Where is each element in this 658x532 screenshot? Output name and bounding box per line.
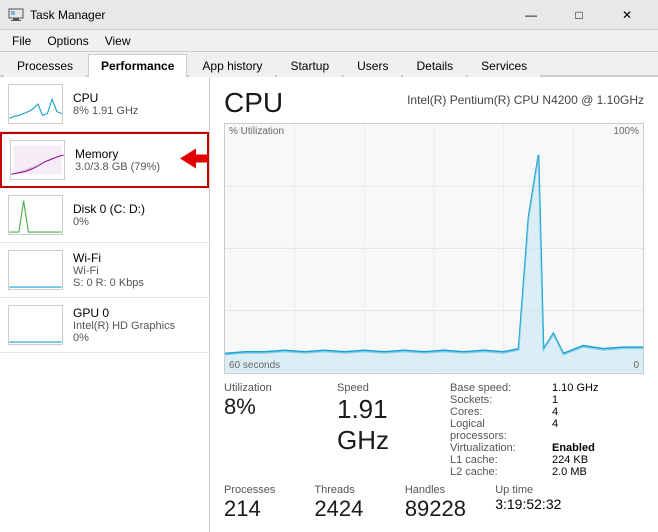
disk-thumbnail xyxy=(8,195,63,235)
processes-label: Processes xyxy=(224,484,298,496)
sidebar-item-wifi[interactable]: Wi-Fi Wi-Fi S: 0 R: 0 Kbps xyxy=(0,243,209,298)
gpu-mini-chart xyxy=(9,306,62,344)
app-icon xyxy=(8,7,24,23)
detail-cores-val: 4 xyxy=(552,406,644,418)
gpu-subtitle: Intel(R) HD Graphics xyxy=(73,320,201,332)
stat-speed: Speed 1.91 GHz xyxy=(337,382,434,478)
detail-virt-val: Enabled xyxy=(552,442,644,454)
uptime-area: Up time 3:19:52:32 xyxy=(495,484,644,522)
wifi-thumbnail xyxy=(8,250,63,290)
processes-value: 214 xyxy=(224,496,298,522)
threads-value: 2424 xyxy=(314,496,388,522)
gpu-title: GPU 0 xyxy=(73,306,201,320)
sidebar-item-memory[interactable]: Memory 3.0/3.8 GB (79%) xyxy=(0,132,209,188)
tab-details[interactable]: Details xyxy=(403,54,466,77)
utilization-label: Utilization xyxy=(224,382,321,394)
menu-view[interactable]: View xyxy=(97,32,139,50)
detail-virt-key: Virtualization: xyxy=(450,442,542,454)
chart-y-label: % Utilization xyxy=(229,126,284,137)
tab-performance[interactable]: Performance xyxy=(88,54,187,77)
stat-handles: Handles 89228 xyxy=(405,484,479,522)
title-bar: Task Manager — □ ✕ xyxy=(0,0,658,30)
sidebar: CPU 8% 1.91 GHz Memory 3.0/3.8 GB (79%) xyxy=(0,77,210,532)
handles-label: Handles xyxy=(405,484,479,496)
disk-mini-chart xyxy=(9,196,62,234)
tab-app-history[interactable]: App history xyxy=(189,54,275,77)
app-title: Task Manager xyxy=(30,8,105,22)
sidebar-item-cpu[interactable]: CPU 8% 1.91 GHz xyxy=(0,77,209,132)
panel-title: CPU xyxy=(224,87,283,119)
stats-row-2: Processes 214 Threads 2424 Handles 89228… xyxy=(224,484,644,522)
gpu-thumbnail xyxy=(8,305,63,345)
speed-value: 1.91 GHz xyxy=(337,394,434,456)
detail-l2-val: 2.0 MB xyxy=(552,466,644,478)
detail-logical-key: Logical processors: xyxy=(450,418,542,442)
panel-subtitle: Intel(R) Pentium(R) CPU N4200 @ 1.10GHz xyxy=(407,93,644,107)
detail-sockets-val: 1 xyxy=(552,394,644,406)
uptime-value: 3:19:52:32 xyxy=(495,496,644,512)
menu-file[interactable]: File xyxy=(4,32,39,50)
arrow-annotation xyxy=(180,145,210,176)
wifi-info: Wi-Fi Wi-Fi S: 0 R: 0 Kbps xyxy=(73,251,201,289)
panel-header: CPU Intel(R) Pentium(R) CPU N4200 @ 1.10… xyxy=(224,87,644,119)
wifi-subtitle: Wi-Fi xyxy=(73,265,201,277)
stats-row-1: Utilization 8% Speed 1.91 GHz Base speed… xyxy=(224,382,644,478)
tab-users[interactable]: Users xyxy=(344,54,401,77)
minimize-button[interactable]: — xyxy=(508,0,554,30)
detail-basespeed-val: 1.10 GHz xyxy=(552,382,644,394)
detail-l2-key: L2 cache: xyxy=(450,466,542,478)
tab-bar: Processes Performance App history Startu… xyxy=(0,52,658,77)
details-grid: Base speed: 1.10 GHz Sockets: 1 Cores: 4… xyxy=(450,382,644,478)
title-bar-controls: — □ ✕ xyxy=(508,0,650,30)
detail-basespeed-key: Base speed: xyxy=(450,382,542,394)
cpu-subtitle: 8% 1.91 GHz xyxy=(73,105,201,117)
gpu-info: GPU 0 Intel(R) HD Graphics 0% xyxy=(73,306,201,344)
title-bar-left: Task Manager xyxy=(8,7,105,23)
right-panel: CPU Intel(R) Pentium(R) CPU N4200 @ 1.10… xyxy=(210,77,658,532)
cpu-chart-svg xyxy=(225,124,643,373)
disk-subtitle: 0% xyxy=(73,216,201,228)
wifi-subtitle2: S: 0 R: 0 Kbps xyxy=(73,277,201,289)
arrow-icon xyxy=(180,145,210,173)
chart-y-max: 100% xyxy=(613,126,639,137)
utilization-value: 8% xyxy=(224,394,321,420)
stat-processes: Processes 214 xyxy=(224,484,298,522)
stat-utilization: Utilization 8% xyxy=(224,382,321,478)
menu-bar: File Options View xyxy=(0,30,658,52)
handles-value: 89228 xyxy=(405,496,479,522)
tab-processes[interactable]: Processes xyxy=(4,54,86,77)
memory-thumbnail xyxy=(10,140,65,180)
threads-label: Threads xyxy=(314,484,388,496)
disk-title: Disk 0 (C: D:) xyxy=(73,202,201,216)
main-content: CPU 8% 1.91 GHz Memory 3.0/3.8 GB (79%) xyxy=(0,77,658,532)
gpu-subtitle3: 0% xyxy=(73,332,201,344)
menu-options[interactable]: Options xyxy=(39,32,96,50)
wifi-mini-chart xyxy=(9,251,62,289)
disk-info: Disk 0 (C: D:) 0% xyxy=(73,202,201,228)
chart-x-right: 0 xyxy=(633,360,639,371)
tab-startup[interactable]: Startup xyxy=(277,54,342,77)
sidebar-item-gpu[interactable]: GPU 0 Intel(R) HD Graphics 0% xyxy=(0,298,209,353)
cpu-title: CPU xyxy=(73,91,201,105)
memory-mini-chart xyxy=(11,141,64,179)
sidebar-item-disk[interactable]: Disk 0 (C: D:) 0% xyxy=(0,188,209,243)
cpu-chart-container: % Utilization 100% 60 seconds 0 xyxy=(224,123,644,374)
cpu-mini-chart xyxy=(9,85,62,123)
stat-threads: Threads 2424 xyxy=(314,484,388,522)
speed-label: Speed xyxy=(337,382,434,394)
detail-cores-key: Cores: xyxy=(450,406,542,418)
maximize-button[interactable]: □ xyxy=(556,0,602,30)
close-button[interactable]: ✕ xyxy=(604,0,650,30)
detail-logical-val: 4 xyxy=(552,418,644,442)
tab-services[interactable]: Services xyxy=(468,54,540,77)
wifi-title: Wi-Fi xyxy=(73,251,201,265)
details-right-panel: Base speed: 1.10 GHz Sockets: 1 Cores: 4… xyxy=(450,382,644,478)
uptime-label: Up time xyxy=(495,484,644,496)
chart-x-label: 60 seconds xyxy=(229,360,280,371)
cpu-thumbnail xyxy=(8,84,63,124)
cpu-info: CPU 8% 1.91 GHz xyxy=(73,91,201,117)
detail-l1-key: L1 cache: xyxy=(450,454,542,466)
detail-sockets-key: Sockets: xyxy=(450,394,542,406)
detail-l1-val: 224 KB xyxy=(552,454,644,466)
